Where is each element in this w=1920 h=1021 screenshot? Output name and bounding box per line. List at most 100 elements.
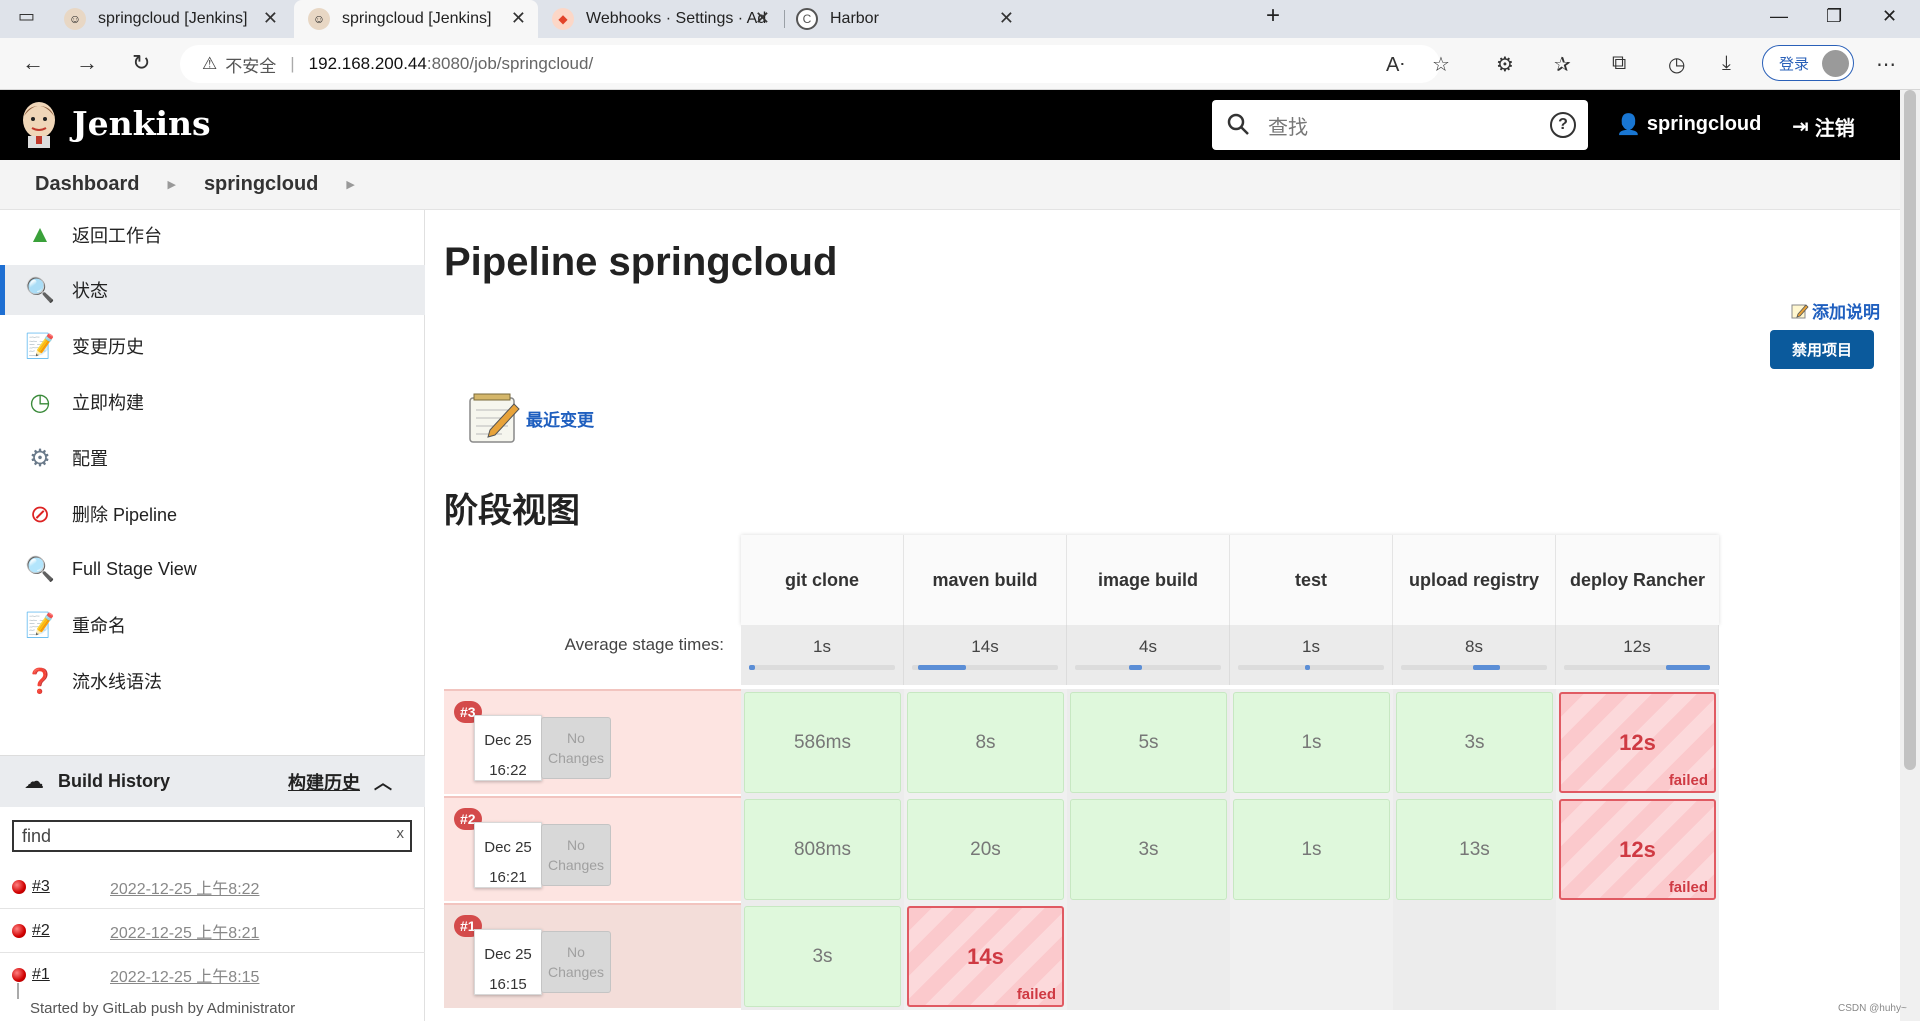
back-icon[interactable]: ←	[22, 50, 44, 76]
forward-icon[interactable]: →	[76, 50, 98, 76]
stage-result-success[interactable]: 3s	[744, 906, 901, 1007]
tab-webhooks[interactable]: ◆ Webhooks · Settings · Administra ✕	[538, 0, 782, 38]
extensions-icon[interactable]: ⚙	[1496, 52, 1514, 77]
stage-header[interactable]: maven build	[904, 535, 1067, 625]
stage-average-time: 8s	[1393, 625, 1556, 685]
stage-header[interactable]: deploy Rancher	[1556, 535, 1719, 625]
build-date-link[interactable]: 2022-12-25 上午8:15	[110, 963, 259, 987]
build-number-link[interactable]: #3	[32, 878, 50, 896]
jenkins-favicon-icon: ☺	[308, 8, 330, 30]
average-time-value: 8s	[1465, 637, 1483, 656]
stage-result-success[interactable]: 1s	[1233, 799, 1390, 900]
stage-result-success[interactable]: 586ms	[744, 692, 901, 793]
add-description-link[interactable]: 添加说明	[1791, 298, 1880, 323]
stage-duration: 12s	[1619, 836, 1656, 862]
stage-header[interactable]: upload registry	[1393, 535, 1556, 625]
disable-project-button[interactable]: 禁用项目	[1770, 330, 1874, 369]
sidebar-item-full-stage-view[interactable]: 🔍 Full Stage View	[0, 544, 425, 594]
breadcrumb-chevron-icon[interactable]: ▶	[167, 178, 175, 191]
build-date-link[interactable]: 2022-12-25 上午8:21	[110, 919, 259, 943]
login-label: 登录	[1779, 55, 1810, 73]
sidebar-item-back-to-dashboard[interactable]: ▲ 返回工作台	[0, 210, 425, 260]
cloud-weather-icon: ☁	[24, 771, 44, 793]
close-tab-icon[interactable]: ✕	[999, 8, 1014, 29]
sidebar-toggle-icon[interactable]: ▭	[18, 6, 35, 27]
tab-springcloud-2[interactable]: ☺ springcloud [Jenkins] ✕	[294, 0, 538, 38]
build-history-header: ☁ Build History 构建历史 ︿	[0, 755, 425, 807]
build-number-link[interactable]: #1	[32, 966, 50, 984]
search-box[interactable]: 查找 ?	[1212, 100, 1588, 150]
sidebar-item-pipeline-syntax[interactable]: ❓ 流水线语法	[0, 656, 425, 706]
failed-label: failed	[1668, 879, 1708, 896]
new-tab-icon[interactable]: +	[1266, 2, 1280, 30]
clear-filter-icon[interactable]: x	[397, 825, 405, 842]
sidebar-item-rename[interactable]: 📝 重命名	[0, 600, 425, 650]
history-icon[interactable]: ◷	[1668, 52, 1685, 77]
run-summary: #1 Dec 25 16:15 No Changes	[444, 903, 741, 1008]
sidebar-item-configure[interactable]: ⚙ 配置	[0, 433, 425, 483]
stage-result-success[interactable]: 3s	[1396, 692, 1553, 793]
login-button[interactable]: 登录	[1762, 45, 1854, 81]
search-input[interactable]: 查找	[1268, 111, 1550, 140]
sidebar-item-status[interactable]: 🔍 状态	[0, 265, 425, 315]
breadcrumb-dashboard[interactable]: Dashboard	[35, 173, 139, 196]
stage-result-success[interactable]: 8s	[907, 692, 1064, 793]
stage-result-success[interactable]: 5s	[1070, 692, 1227, 793]
more-menu-icon[interactable]: ⋯	[1876, 52, 1896, 77]
add-favorite-icon[interactable]: ☆	[1432, 52, 1450, 77]
stage-result-success[interactable]: 3s	[1070, 799, 1227, 900]
average-time-value: 14s	[971, 637, 999, 656]
close-tab-icon[interactable]: ✕	[263, 8, 278, 29]
stage-result-failed[interactable]: 12s failed	[1559, 692, 1716, 793]
close-tab-icon[interactable]: ✕	[755, 8, 770, 29]
recent-changes-link[interactable]: 最近变更	[466, 390, 594, 446]
run-summary: #3 Dec 25 16:22 No Changes	[444, 689, 741, 794]
no-changes-label[interactable]: No Changes	[541, 717, 611, 779]
help-icon[interactable]: ?	[1550, 112, 1576, 138]
user-name: springcloud	[1646, 113, 1762, 135]
minimize-icon[interactable]: —	[1770, 6, 1788, 27]
reload-icon[interactable]: ↻	[132, 50, 150, 76]
build-date-link[interactable]: 2022-12-25 上午8:22	[110, 875, 259, 899]
breadcrumb-springcloud[interactable]: springcloud	[204, 173, 318, 196]
stage-header[interactable]: git clone	[741, 535, 904, 625]
no-changes-label[interactable]: No Changes	[541, 931, 611, 993]
favorites-icon[interactable]: ✰	[1554, 52, 1571, 77]
tab-springcloud-1[interactable]: ☺ springcloud [Jenkins] ✕	[50, 0, 290, 38]
build-trend-link[interactable]: 构建历史	[288, 769, 360, 795]
build-number-link[interactable]: #2	[32, 922, 50, 940]
stage-result-failed[interactable]: 12s failed	[1559, 799, 1716, 900]
url-field[interactable]: ⚠ 不安全 | 192.168.200.44 :8080/job/springc…	[180, 45, 1440, 83]
breadcrumb-chevron-icon[interactable]: ▶	[346, 178, 354, 191]
sidebar-item-label: 返回工作台	[72, 226, 162, 246]
run-date: Dec 25	[484, 732, 532, 749]
stage-result-success[interactable]: 20s	[907, 799, 1064, 900]
stage-result-success[interactable]: 13s	[1396, 799, 1553, 900]
restore-icon[interactable]: ❐	[1826, 6, 1842, 27]
sidebar-item-build-now[interactable]: ◷ 立即构建	[0, 377, 425, 427]
stage-result-success[interactable]: 808ms	[744, 799, 901, 900]
no-changes-label[interactable]: No Changes	[541, 824, 611, 886]
collapse-chevron-icon[interactable]: ︿	[374, 769, 392, 795]
average-time-track	[1564, 665, 1710, 670]
sidebar-item-changes[interactable]: 📝 变更历史	[0, 321, 425, 371]
stage-result-failed[interactable]: 14s failed	[907, 906, 1064, 1007]
downloads-icon[interactable]: ⤓	[1722, 52, 1731, 75]
collections-icon[interactable]: ⧉	[1612, 52, 1626, 75]
close-tab-icon[interactable]: ✕	[511, 8, 526, 29]
build-history-filter-input[interactable]: find x	[12, 820, 412, 852]
stage-header[interactable]: test	[1230, 535, 1393, 625]
jenkins-title[interactable]: Jenkins	[72, 104, 211, 143]
user-link[interactable]: 👤 springcloud	[1616, 112, 1761, 137]
sidebar-item-delete-pipeline[interactable]: ⊘ 删除 Pipeline	[0, 489, 425, 539]
stage-result-success[interactable]: 1s	[1233, 692, 1390, 793]
read-aloud-icon[interactable]: Aᐧ	[1386, 52, 1404, 77]
run-date-card: Dec 25 16:22	[474, 715, 542, 781]
tab-harbor[interactable]: C Harbor ✕	[782, 0, 1026, 38]
scrollbar-thumb[interactable]	[1904, 90, 1916, 770]
close-window-icon[interactable]: ✕	[1882, 6, 1897, 27]
stage-header[interactable]: image build	[1067, 535, 1230, 625]
page-scrollbar[interactable]	[1900, 90, 1920, 1021]
jenkins-logo-icon[interactable]	[20, 100, 58, 148]
logout-link[interactable]: ⇥ 注销	[1792, 112, 1855, 141]
